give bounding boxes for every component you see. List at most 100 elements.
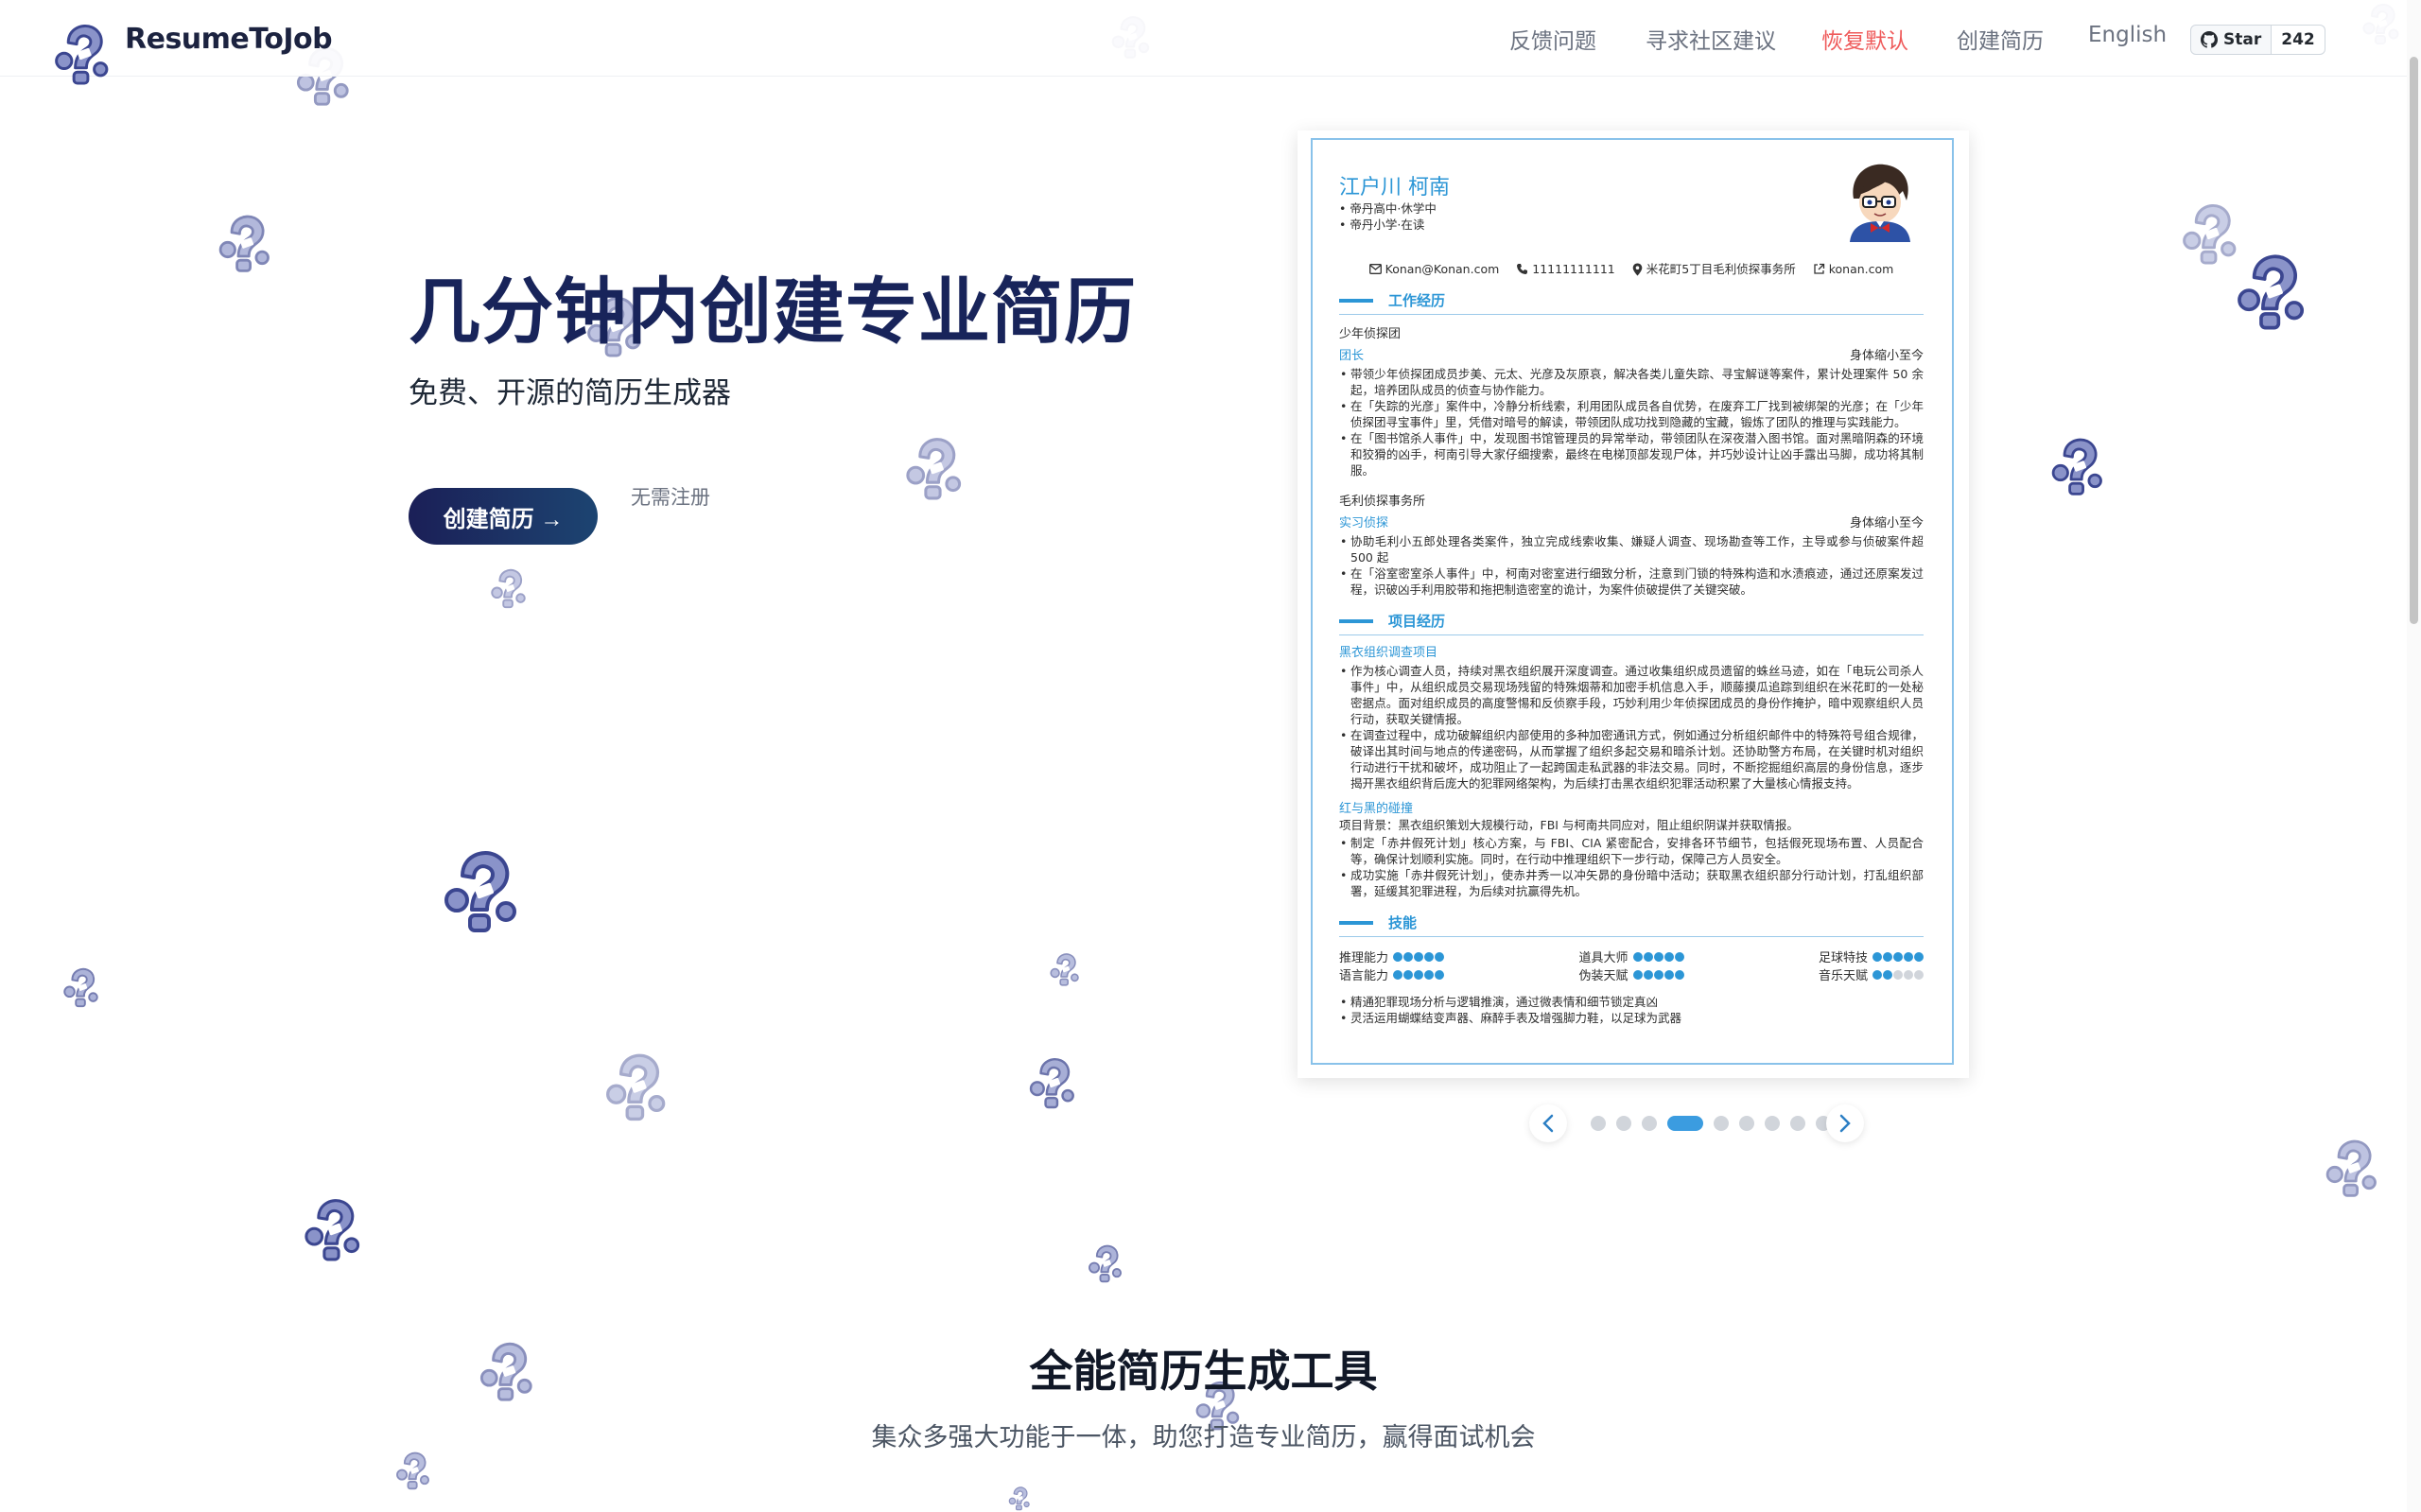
floating-logo-icon bbox=[1046, 949, 1084, 989]
resume-preview-card[interactable]: 江户川 柯南 • 帝丹高中·休学中 • 帝丹小学·在读 Konan@Konan.… bbox=[1298, 130, 1969, 1078]
project-intro: 项目背景：黑衣组织策划大规模行动，FBI 与柯南共同应对，阻止组织阴谋并获取情报… bbox=[1339, 818, 1799, 832]
project-bullet: 制定「赤井假死计划」核心方案，与 FBI、CIA 紧密配合，安排各环节细节，包括… bbox=[1340, 835, 1924, 867]
carousel-dot[interactable] bbox=[1714, 1116, 1729, 1131]
hero-title: 几分钟内创建专业简历 bbox=[409, 269, 1137, 354]
project-bullet: 作为核心调查人员，持续对黑衣组织展开深度调查。通过收集组织成员遗留的蛛丝马迹，如… bbox=[1340, 663, 1924, 727]
floating-logo-icon bbox=[2228, 248, 2315, 335]
carousel-dot[interactable] bbox=[1765, 1116, 1780, 1131]
skill-item: 音乐天赋 bbox=[1729, 968, 1924, 984]
page-scrollbar[interactable] bbox=[2407, 0, 2421, 1512]
resume-name: 江户川 柯南 bbox=[1339, 176, 1450, 200]
resume-tag-text: 帝丹高中·休学中 bbox=[1350, 201, 1437, 216]
resume-tag: • 帝丹小学·在读 bbox=[1339, 217, 1425, 232]
rating-dot bbox=[1914, 952, 1924, 962]
carousel-dot[interactable] bbox=[1616, 1116, 1631, 1131]
work-bullets: 协助毛利小五郎处理各类案件，独立完成线索收集、嫌疑人调查、现场勘查等工作，主导或… bbox=[1339, 533, 1924, 598]
project-title: 红与黑的碰撞 bbox=[1339, 802, 1414, 816]
location-pin-icon bbox=[1632, 263, 1643, 275]
no-signup-note: 无需注册 bbox=[631, 486, 710, 509]
skills-grid: 推理能力 道具大师 足球特技语言能力 伪装天赋 音乐天赋 bbox=[1339, 950, 1924, 984]
skill-name: 伪装天赋 bbox=[1578, 969, 1629, 983]
github-star-widget[interactable]: Star 242 bbox=[2190, 25, 2325, 55]
work-bullet: 在「失踪的光彦」案件中，冷静分析线索，利用团队成员各自优势，在废弃工厂找到被绑架… bbox=[1340, 398, 1924, 430]
section-title: 工作经历 bbox=[1388, 292, 1446, 309]
skill-name: 道具大师 bbox=[1578, 951, 1629, 965]
floating-logo-icon bbox=[392, 1449, 435, 1492]
rating-dot bbox=[1632, 952, 1643, 962]
nav-community-link[interactable]: 寻求社区建议 bbox=[1646, 23, 1776, 55]
work-date: 身体缩小至今 bbox=[1849, 516, 1924, 530]
carousel-dot[interactable] bbox=[1642, 1116, 1657, 1131]
rating-dot bbox=[1424, 952, 1435, 962]
rating-dot bbox=[1643, 952, 1653, 962]
nav-language-link[interactable]: English bbox=[2088, 23, 2167, 47]
rating-dot bbox=[1414, 970, 1424, 980]
resume-tag: • 帝丹高中·休学中 bbox=[1339, 201, 1437, 216]
work-org: 毛利侦探事务所 bbox=[1339, 495, 1426, 509]
resume-section-projects: 项目经历 bbox=[1339, 611, 1924, 635]
rating-dot bbox=[1872, 970, 1882, 980]
rating-dot bbox=[1643, 970, 1653, 980]
skill-name: 语言能力 bbox=[1339, 969, 1389, 983]
mail-icon bbox=[1368, 264, 1382, 274]
create-resume-button[interactable]: 创建简历 → bbox=[409, 488, 598, 545]
resume-avatar bbox=[1840, 157, 1920, 242]
rating-dot bbox=[1632, 970, 1643, 980]
rating-dot bbox=[1674, 970, 1684, 980]
rating-dot bbox=[1674, 952, 1684, 962]
github-star-button[interactable]: Star bbox=[2190, 25, 2273, 55]
floating-logo-icon bbox=[898, 431, 970, 505]
rating-dot bbox=[1663, 970, 1674, 980]
rating-dot bbox=[1872, 952, 1882, 962]
contact-website: konan.com bbox=[1813, 261, 1894, 277]
work-bullet: 协助毛利小五郎处理各类案件，独立完成线索收集、嫌疑人调查、现场勘查等工作，主导或… bbox=[1340, 533, 1924, 565]
rating-dot bbox=[1904, 952, 1913, 962]
skill-notes: 精通犯罪现场分析与逻辑推演，通过微表情和细节锁定真凶 灵活运用蝴蝶结变声器、麻醉… bbox=[1339, 994, 1924, 1026]
work-role-row: 实习侦探 身体缩小至今 bbox=[1339, 515, 1924, 531]
floating-logo-icon bbox=[1001, 1485, 1038, 1512]
floating-logo-icon bbox=[59, 965, 104, 1010]
contact-website-text: konan.com bbox=[1828, 262, 1894, 276]
carousel-prev-button[interactable] bbox=[1529, 1104, 1567, 1142]
nav-reset-link[interactable]: 恢复默认 bbox=[1821, 23, 1908, 55]
nav-create-link[interactable]: 创建简历 bbox=[1957, 23, 2044, 55]
rating-dot bbox=[1403, 970, 1414, 980]
skill-name: 推理能力 bbox=[1339, 951, 1389, 965]
skill-note: 灵活运用蝴蝶结变声器、麻醉手表及增强脚力鞋，以足球为武器 bbox=[1340, 1010, 1924, 1026]
rating-dot bbox=[1424, 970, 1435, 980]
carousel-dot[interactable] bbox=[1739, 1116, 1754, 1131]
skill-rating bbox=[1632, 968, 1684, 984]
rating-dot bbox=[1393, 970, 1403, 980]
skill-name: 音乐天赋 bbox=[1818, 969, 1868, 983]
carousel-dot[interactable] bbox=[1667, 1116, 1703, 1131]
resume-contact-row: Konan@Konan.com 11111111111 米花町5丁目毛利侦探事务… bbox=[1339, 261, 1924, 277]
skill-rating bbox=[1872, 950, 1924, 966]
work-role-row: 团长 身体缩小至今 bbox=[1339, 348, 1924, 364]
hero-subtitle: 免费、开源的简历生成器 bbox=[409, 376, 731, 410]
floating-logo-icon bbox=[1023, 1053, 1082, 1112]
skill-item: 伪装天赋 bbox=[1534, 968, 1729, 984]
resume-tag-text: 帝丹小学·在读 bbox=[1350, 217, 1425, 232]
work-bullets: 带领少年侦探团成员步美、元太、光彦及灰原哀，解决各类儿童失踪、寻宝解谜等案件，累… bbox=[1339, 366, 1924, 478]
scrollbar-thumb[interactable] bbox=[2410, 57, 2418, 624]
rating-dot bbox=[1414, 952, 1424, 962]
github-star-count[interactable]: 242 bbox=[2272, 25, 2325, 55]
carousel-dot[interactable] bbox=[1790, 1116, 1805, 1131]
floating-logo-icon bbox=[212, 210, 278, 276]
skill-note: 精通犯罪现场分析与逻辑推演，通过微表情和细节锁定真凶 bbox=[1340, 994, 1924, 1010]
section-bar bbox=[1339, 299, 1373, 303]
github-star-label: Star bbox=[2223, 30, 2262, 49]
carousel-dot[interactable] bbox=[1591, 1116, 1606, 1131]
contact-phone: 11111111111 bbox=[1516, 261, 1615, 277]
section-bar bbox=[1339, 619, 1373, 623]
rating-dot bbox=[1653, 952, 1663, 962]
work-bullet: 带领少年侦探团成员步美、元太、光彦及灰原哀，解决各类儿童失踪、寻宝解谜等案件，累… bbox=[1340, 366, 1924, 398]
skill-item: 足球特技 bbox=[1729, 950, 1924, 966]
skill-rating bbox=[1632, 950, 1684, 966]
carousel-next-button[interactable] bbox=[1826, 1104, 1864, 1142]
nav-feedback-link[interactable]: 反馈问题 bbox=[1509, 23, 1596, 55]
contact-address: 米花町5丁目毛利侦探事务所 bbox=[1632, 261, 1796, 277]
rating-dot bbox=[1893, 970, 1903, 980]
rating-dot bbox=[1435, 952, 1445, 962]
features-subtitle: 集众多强大功能于一体，助您打造专业简历，赢得面试机会 bbox=[871, 1423, 1536, 1452]
